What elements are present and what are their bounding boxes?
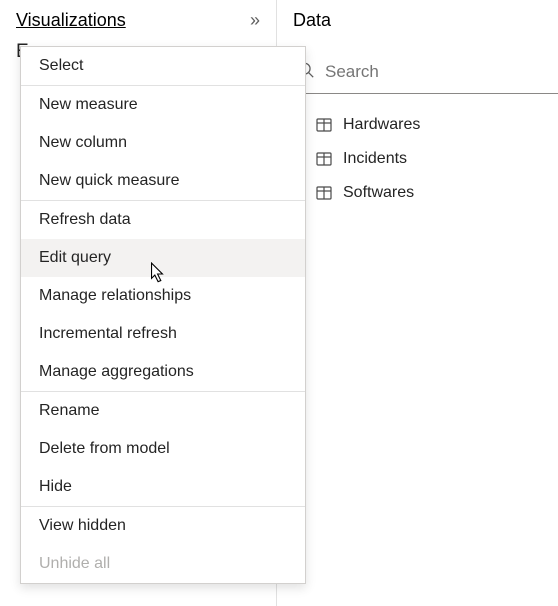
search-field[interactable] xyxy=(277,53,558,94)
table-item[interactable]: › Softwares xyxy=(289,176,546,210)
visualizations-header: Visualizations » xyxy=(0,0,276,39)
visualizations-title: Visualizations xyxy=(16,10,126,31)
context-menu-item[interactable]: Edit query xyxy=(21,239,305,277)
context-menu: SelectNew measureNew columnNew quick mea… xyxy=(20,46,306,584)
context-menu-item[interactable]: Refresh data xyxy=(21,201,305,239)
table-icon xyxy=(315,184,333,202)
table-icon xyxy=(315,116,333,134)
context-menu-item[interactable]: New column xyxy=(21,124,305,162)
table-label: Hardwares xyxy=(343,116,420,134)
context-menu-item[interactable]: View hidden xyxy=(21,507,305,545)
context-menu-item[interactable]: Select xyxy=(21,47,305,85)
search-input[interactable] xyxy=(325,62,546,82)
context-menu-item[interactable]: Delete from model xyxy=(21,430,305,468)
data-pane: Data › Hardwares › I xyxy=(277,0,558,606)
data-header: Data xyxy=(277,0,558,39)
context-menu-item: Unhide all xyxy=(21,545,305,583)
context-menu-item[interactable]: Manage relationships xyxy=(21,277,305,315)
data-title: Data xyxy=(293,10,331,31)
tables-tree: › Hardwares › Incidents › xyxy=(277,94,558,210)
table-item[interactable]: › Incidents xyxy=(289,142,546,176)
collapse-pane-icon[interactable]: » xyxy=(250,10,264,31)
table-item[interactable]: › Hardwares xyxy=(289,108,546,142)
context-menu-item[interactable]: Manage aggregations xyxy=(21,353,305,391)
context-menu-item[interactable]: Rename xyxy=(21,392,305,430)
context-menu-item[interactable]: Hide xyxy=(21,468,305,506)
table-label: Incidents xyxy=(343,150,407,168)
context-menu-item[interactable]: New quick measure xyxy=(21,162,305,200)
table-icon xyxy=(315,150,333,168)
context-menu-item[interactable]: Incremental refresh xyxy=(21,315,305,353)
table-label: Softwares xyxy=(343,184,414,202)
context-menu-item[interactable]: New measure xyxy=(21,86,305,124)
